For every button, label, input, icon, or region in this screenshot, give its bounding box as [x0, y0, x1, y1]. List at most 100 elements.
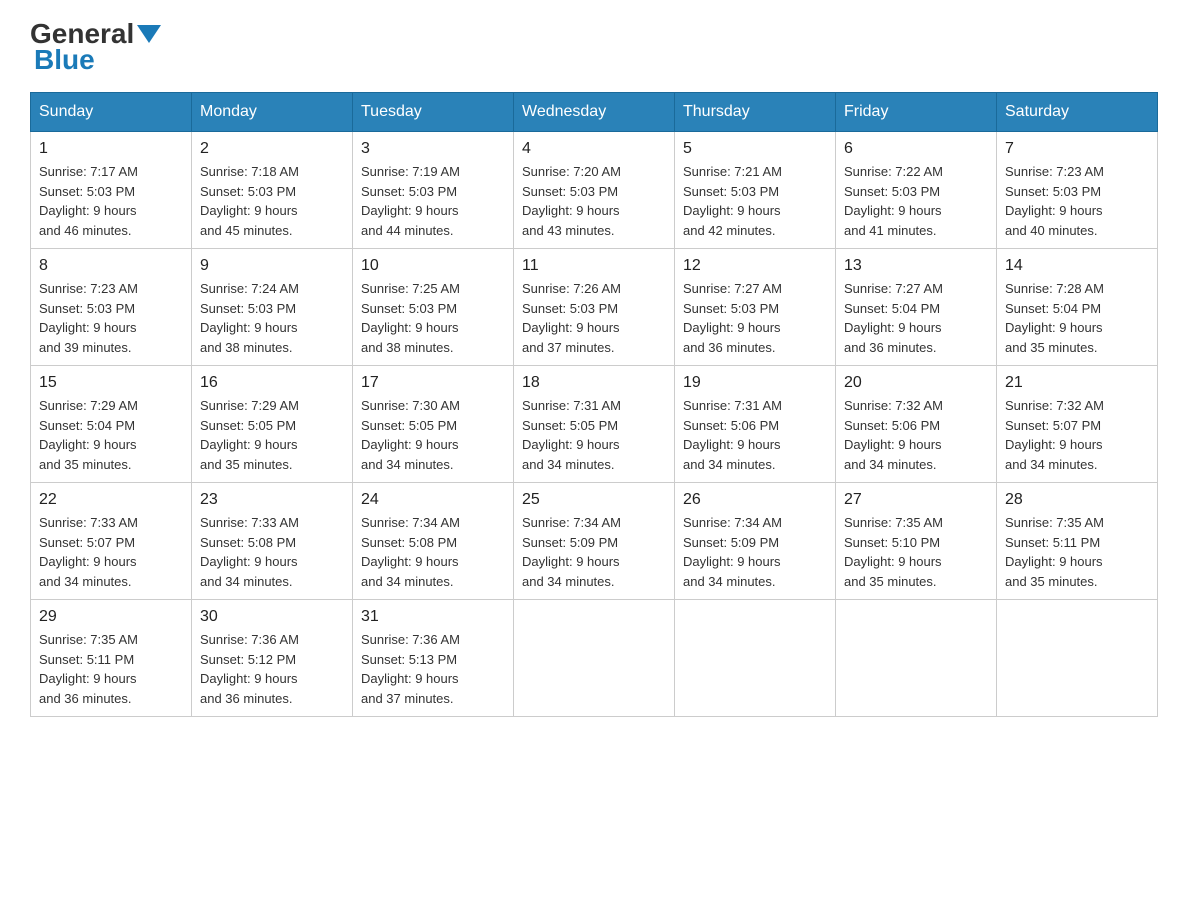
calendar-week-row: 1 Sunrise: 7:17 AMSunset: 5:03 PMDaylight… [31, 132, 1158, 249]
page-header: General Blue [30, 20, 1158, 74]
day-info: Sunrise: 7:18 AMSunset: 5:03 PMDaylight:… [200, 164, 299, 238]
logo: General Blue [30, 20, 161, 74]
day-number: 28 [1005, 491, 1149, 509]
calendar-cell: 8 Sunrise: 7:23 AMSunset: 5:03 PMDaylight… [31, 249, 192, 366]
calendar-cell: 11 Sunrise: 7:26 AMSunset: 5:03 PMDayligh… [514, 249, 675, 366]
day-info: Sunrise: 7:33 AMSunset: 5:08 PMDaylight:… [200, 515, 299, 589]
day-info: Sunrise: 7:27 AMSunset: 5:04 PMDaylight:… [844, 281, 943, 355]
calendar-cell: 20 Sunrise: 7:32 AMSunset: 5:06 PMDayligh… [836, 366, 997, 483]
header-wednesday: Wednesday [514, 93, 675, 132]
day-info: Sunrise: 7:25 AMSunset: 5:03 PMDaylight:… [361, 281, 460, 355]
header-sunday: Sunday [31, 93, 192, 132]
day-info: Sunrise: 7:27 AMSunset: 5:03 PMDaylight:… [683, 281, 782, 355]
day-info: Sunrise: 7:28 AMSunset: 5:04 PMDaylight:… [1005, 281, 1104, 355]
calendar-cell: 23 Sunrise: 7:33 AMSunset: 5:08 PMDayligh… [192, 483, 353, 600]
day-info: Sunrise: 7:20 AMSunset: 5:03 PMDaylight:… [522, 164, 621, 238]
day-info: Sunrise: 7:29 AMSunset: 5:04 PMDaylight:… [39, 398, 138, 472]
calendar-cell: 1 Sunrise: 7:17 AMSunset: 5:03 PMDaylight… [31, 132, 192, 249]
day-number: 7 [1005, 140, 1149, 158]
day-info: Sunrise: 7:32 AMSunset: 5:06 PMDaylight:… [844, 398, 943, 472]
day-number: 13 [844, 257, 988, 275]
day-number: 24 [361, 491, 505, 509]
day-info: Sunrise: 7:32 AMSunset: 5:07 PMDaylight:… [1005, 398, 1104, 472]
day-number: 2 [200, 140, 344, 158]
calendar-cell: 7 Sunrise: 7:23 AMSunset: 5:03 PMDaylight… [997, 132, 1158, 249]
day-info: Sunrise: 7:31 AMSunset: 5:05 PMDaylight:… [522, 398, 621, 472]
calendar-cell: 6Sunrise: 7:22 AMSunset: 5:03 PMDaylight… [836, 132, 997, 249]
day-number: 30 [200, 608, 344, 626]
day-number: 29 [39, 608, 183, 626]
day-number: 19 [683, 374, 827, 392]
day-info: Sunrise: 7:26 AMSunset: 5:03 PMDaylight:… [522, 281, 621, 355]
header-monday: Monday [192, 93, 353, 132]
calendar-header-row: SundayMondayTuesdayWednesdayThursdayFrid… [31, 93, 1158, 132]
calendar-cell: 27 Sunrise: 7:35 AMSunset: 5:10 PMDayligh… [836, 483, 997, 600]
day-number: 8 [39, 257, 183, 275]
day-info: Sunrise: 7:31 AMSunset: 5:06 PMDaylight:… [683, 398, 782, 472]
calendar-cell [514, 600, 675, 717]
day-info: Sunrise: 7:36 AMSunset: 5:13 PMDaylight:… [361, 632, 460, 706]
day-number: 16 [200, 374, 344, 392]
header-saturday: Saturday [997, 93, 1158, 132]
calendar-cell: 12 Sunrise: 7:27 AMSunset: 5:03 PMDayligh… [675, 249, 836, 366]
day-number: 21 [1005, 374, 1149, 392]
day-info: Sunrise: 7:17 AMSunset: 5:03 PMDaylight:… [39, 164, 138, 238]
header-friday: Friday [836, 93, 997, 132]
day-number: 11 [522, 257, 666, 275]
calendar-cell: 15 Sunrise: 7:29 AMSunset: 5:04 PMDayligh… [31, 366, 192, 483]
day-number: 18 [522, 374, 666, 392]
calendar-cell: 5 Sunrise: 7:21 AMSunset: 5:03 PMDaylight… [675, 132, 836, 249]
calendar-cell [836, 600, 997, 717]
day-info: Sunrise: 7:34 AMSunset: 5:09 PMDaylight:… [683, 515, 782, 589]
day-number: 5 [683, 140, 827, 158]
day-info: Sunrise: 7:35 AMSunset: 5:10 PMDaylight:… [844, 515, 943, 589]
calendar-cell [997, 600, 1158, 717]
calendar-cell: 9 Sunrise: 7:24 AMSunset: 5:03 PMDaylight… [192, 249, 353, 366]
calendar-cell: 30 Sunrise: 7:36 AMSunset: 5:12 PMDayligh… [192, 600, 353, 717]
day-number: 10 [361, 257, 505, 275]
day-number: 23 [200, 491, 344, 509]
day-number: 27 [844, 491, 988, 509]
day-info: Sunrise: 7:35 AMSunset: 5:11 PMDaylight:… [1005, 515, 1104, 589]
day-number: 26 [683, 491, 827, 509]
calendar-cell: 2 Sunrise: 7:18 AMSunset: 5:03 PMDaylight… [192, 132, 353, 249]
calendar-week-row: 29Sunrise: 7:35 AMSunset: 5:11 PMDayligh… [31, 600, 1158, 717]
day-number: 12 [683, 257, 827, 275]
day-number: 9 [200, 257, 344, 275]
calendar-cell: 19 Sunrise: 7:31 AMSunset: 5:06 PMDayligh… [675, 366, 836, 483]
day-number: 4 [522, 140, 666, 158]
calendar-cell: 16 Sunrise: 7:29 AMSunset: 5:05 PMDayligh… [192, 366, 353, 483]
day-number: 20 [844, 374, 988, 392]
day-number: 6 [844, 140, 988, 158]
logo-triangle-icon [137, 25, 161, 43]
calendar-cell [675, 600, 836, 717]
calendar-cell: 26 Sunrise: 7:34 AMSunset: 5:09 PMDayligh… [675, 483, 836, 600]
day-number: 1 [39, 140, 183, 158]
day-number: 15 [39, 374, 183, 392]
day-info: Sunrise: 7:29 AMSunset: 5:05 PMDaylight:… [200, 398, 299, 472]
day-info: Sunrise: 7:36 AMSunset: 5:12 PMDaylight:… [200, 632, 299, 706]
calendar-cell: 31Sunrise: 7:36 AMSunset: 5:13 PMDayligh… [353, 600, 514, 717]
calendar-cell: 28 Sunrise: 7:35 AMSunset: 5:11 PMDayligh… [997, 483, 1158, 600]
calendar-cell: 4 Sunrise: 7:20 AMSunset: 5:03 PMDaylight… [514, 132, 675, 249]
calendar-cell: 21 Sunrise: 7:32 AMSunset: 5:07 PMDayligh… [997, 366, 1158, 483]
day-info: Sunrise: 7:33 AMSunset: 5:07 PMDaylight:… [39, 515, 138, 589]
logo-blue-text: Blue [30, 46, 161, 74]
calendar-cell: 18 Sunrise: 7:31 AMSunset: 5:05 PMDayligh… [514, 366, 675, 483]
day-number: 14 [1005, 257, 1149, 275]
day-info: Sunrise: 7:21 AMSunset: 5:03 PMDaylight:… [683, 164, 782, 238]
calendar-cell: 29Sunrise: 7:35 AMSunset: 5:11 PMDayligh… [31, 600, 192, 717]
calendar-cell: 3Sunrise: 7:19 AMSunset: 5:03 PMDaylight… [353, 132, 514, 249]
day-info: Sunrise: 7:30 AMSunset: 5:05 PMDaylight:… [361, 398, 460, 472]
day-info: Sunrise: 7:23 AMSunset: 5:03 PMDaylight:… [1005, 164, 1104, 238]
header-tuesday: Tuesday [353, 93, 514, 132]
calendar-cell: 25Sunrise: 7:34 AMSunset: 5:09 PMDayligh… [514, 483, 675, 600]
calendar-cell: 22Sunrise: 7:33 AMSunset: 5:07 PMDayligh… [31, 483, 192, 600]
day-info: Sunrise: 7:23 AMSunset: 5:03 PMDaylight:… [39, 281, 138, 355]
day-info: Sunrise: 7:24 AMSunset: 5:03 PMDaylight:… [200, 281, 299, 355]
calendar-cell: 17 Sunrise: 7:30 AMSunset: 5:05 PMDayligh… [353, 366, 514, 483]
calendar-week-row: 8 Sunrise: 7:23 AMSunset: 5:03 PMDaylight… [31, 249, 1158, 366]
day-number: 3 [361, 140, 505, 158]
day-number: 17 [361, 374, 505, 392]
calendar-cell: 10 Sunrise: 7:25 AMSunset: 5:03 PMDayligh… [353, 249, 514, 366]
